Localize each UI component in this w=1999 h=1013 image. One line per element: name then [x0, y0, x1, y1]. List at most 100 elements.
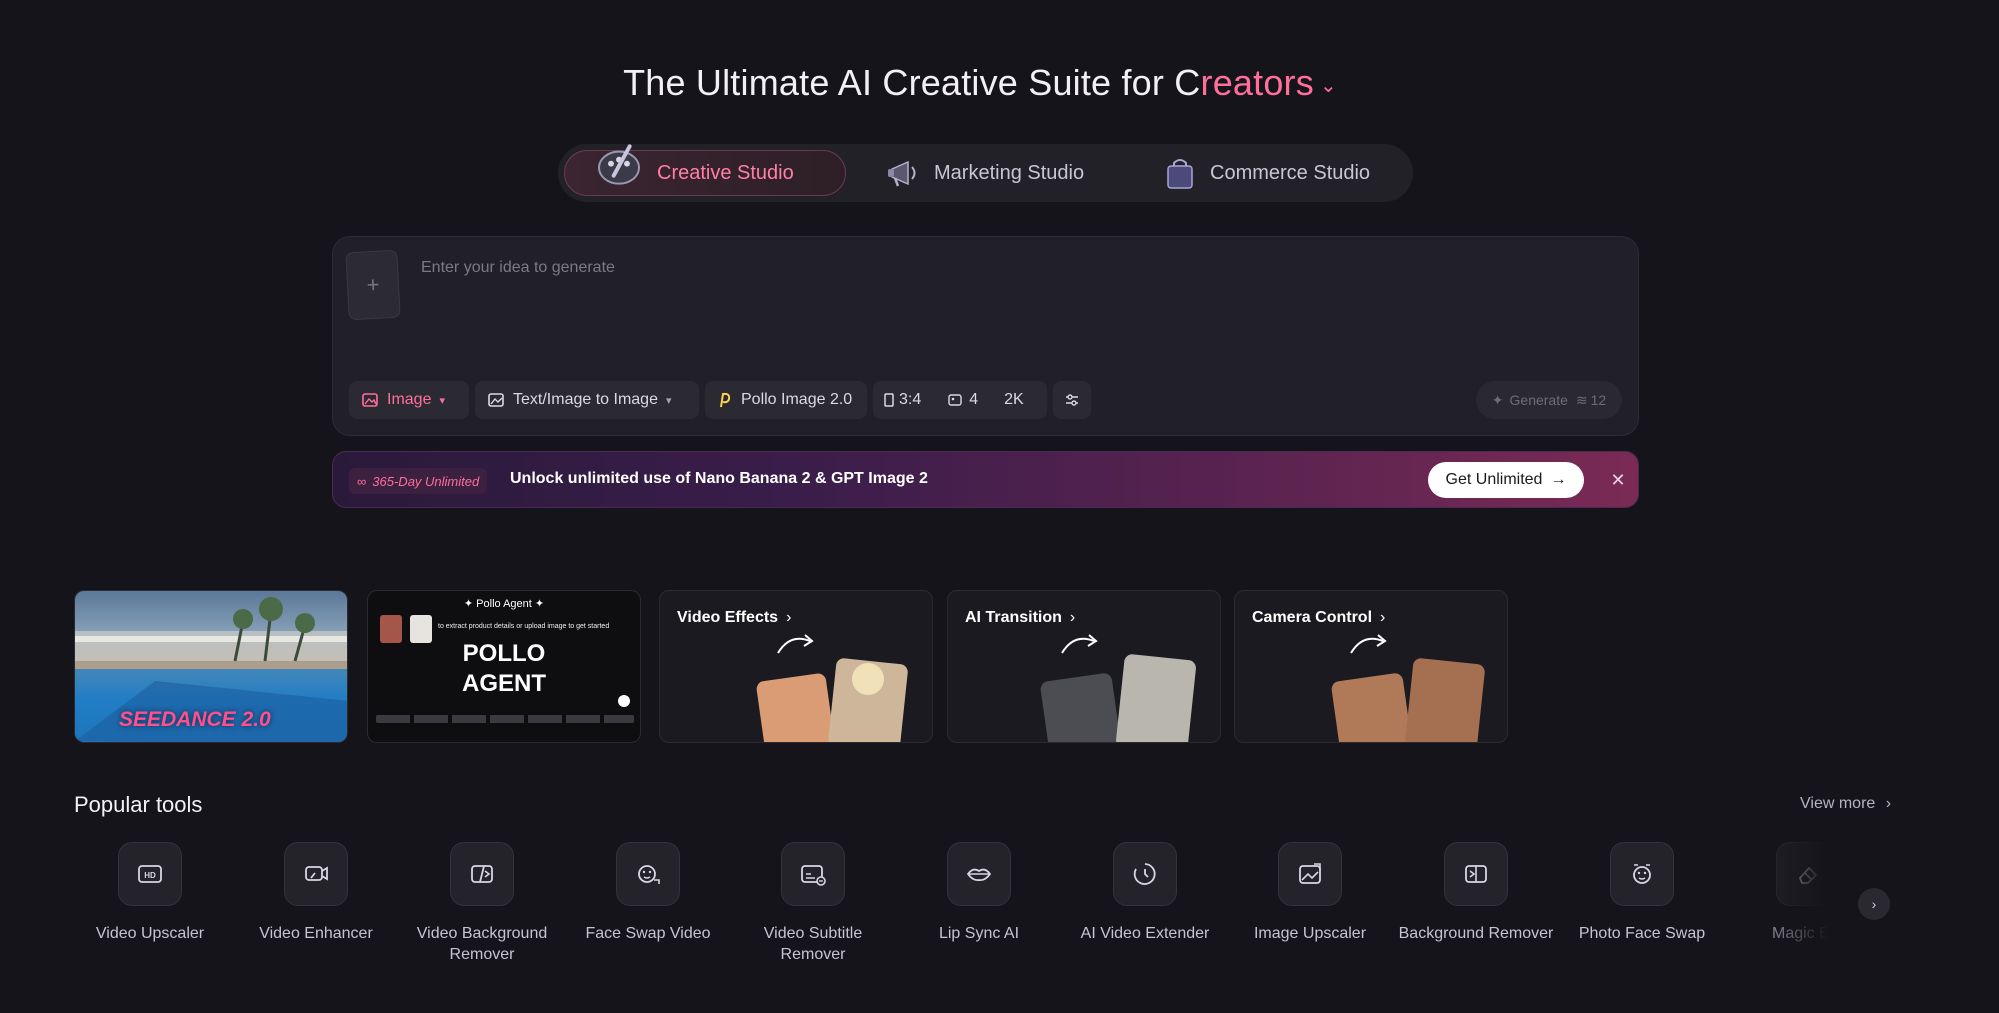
tab-marketing-studio[interactable]: Marketing Studio — [886, 150, 1084, 196]
ratio-value: 3:4 — [899, 391, 922, 408]
extend-icon — [1133, 863, 1156, 885]
tab-creative-studio[interactable]: Creative Studio — [564, 144, 846, 196]
hd-icon: HD — [138, 865, 162, 883]
tool-video-upscaler[interactable]: HD Video Upscaler — [67, 842, 233, 944]
tool-tile — [616, 842, 680, 906]
generate-label: Generate — [1509, 392, 1568, 408]
tool-tile — [450, 842, 514, 906]
get-unlimited-label: Get Unlimited — [1445, 471, 1543, 488]
infinity-icon: ∞ — [357, 473, 367, 489]
tool-label: Lip Sync AI — [938, 925, 1020, 942]
tool-video-subtitle-remover[interactable]: Video Subtitle Remover — [730, 842, 896, 965]
mode-select[interactable]: Text/Image to Image ▾ — [475, 381, 699, 419]
popular-tools-title: Popular tools — [74, 792, 203, 817]
chevron-down-icon: ▾ — [665, 394, 672, 407]
tab-label: Marketing Studio — [934, 161, 1085, 184]
tool-tile — [1278, 842, 1342, 906]
agent-send-icon — [618, 695, 630, 707]
mode-icon — [488, 393, 504, 407]
tool-tile — [284, 842, 348, 906]
prompt-input[interactable] — [421, 253, 1521, 283]
sliders-icon — [1066, 394, 1078, 406]
mode-value: Text/Image to Image — [513, 391, 658, 408]
tool-lip-sync-ai[interactable]: Lip Sync AI — [896, 842, 1062, 944]
tool-image-upscaler[interactable]: Image Upscaler — [1227, 842, 1393, 944]
tool-label: Video Subtitle Remover — [763, 925, 863, 963]
card-ai-transition[interactable]: AI Transition › — [947, 590, 1221, 743]
model-value: Pollo Image 2.0 — [741, 391, 853, 408]
tool-tile — [947, 842, 1011, 906]
tool-tile — [1113, 842, 1177, 906]
banner-tag-text: 365-Day Unlimited — [372, 473, 480, 489]
arrow-right-icon: → — [1550, 471, 1567, 488]
sparkle-icon: ✦ — [463, 598, 477, 610]
aspect-ratio-icon — [884, 393, 894, 407]
tab-label: Commerce Studio — [1210, 161, 1371, 184]
tool-tile — [1444, 842, 1508, 906]
close-icon[interactable]: ✕ — [1607, 469, 1629, 491]
card-pollo-agent[interactable]: ✦ Pollo Agent ✦ to extract product detai… — [367, 590, 641, 743]
card-camera-control[interactable]: Camera Control › — [1234, 590, 1508, 743]
megaphone-icon — [888, 160, 916, 187]
tool-tile — [781, 842, 845, 906]
image-upscale-icon — [1299, 863, 1321, 884]
sparkle-icon: ✦ — [531, 598, 545, 610]
agent-thumb — [380, 615, 402, 643]
camera-control-preview — [1331, 634, 1485, 742]
tool-label: Video Upscaler — [95, 925, 205, 942]
view-more-label: View more — [1800, 795, 1876, 812]
generate-button[interactable]: ✦ Generate ≋ 12 — [1476, 381, 1622, 419]
resolution-value: 2K — [1004, 391, 1024, 408]
bg-remove-icon — [471, 865, 493, 883]
chevron-down-icon: ▾ — [439, 394, 445, 407]
credit-icon: ≋ — [1575, 391, 1588, 408]
agent-note: to extract product details or upload ima… — [438, 623, 610, 630]
card-video-effects[interactable]: Video Effects › — [659, 590, 933, 743]
chevron-down-icon[interactable]: ⌄ — [1320, 75, 1337, 97]
type-select[interactable]: Image ▾ — [349, 381, 469, 419]
settings-button[interactable] — [1053, 381, 1091, 419]
tool-tile: HD — [118, 842, 182, 906]
image-type-icon — [362, 393, 378, 407]
unlimited-banner: ∞ 365-Day Unlimited Unlock unlimited use… — [332, 451, 1639, 508]
tool-video-background-remover[interactable]: Video Background Remover — [399, 842, 565, 965]
tool-video-enhancer[interactable]: Video Enhancer — [233, 842, 399, 944]
photo-face-icon — [1633, 864, 1651, 884]
model-select[interactable]: Pollo Image 2.0 — [705, 381, 867, 419]
tab-commerce-studio[interactable]: Commerce Studio — [1162, 150, 1370, 196]
lips-icon — [966, 868, 992, 882]
face-swap-icon — [638, 865, 660, 884]
bg-remover-icon — [1465, 865, 1487, 883]
sparkle-icon: ✦ — [1491, 391, 1504, 408]
tool-ai-video-extender[interactable]: AI Video Extender — [1062, 842, 1228, 944]
video-effects-preview — [756, 634, 908, 742]
agent-thumb — [410, 615, 432, 643]
headline-accent[interactable]: reators — [1201, 62, 1314, 103]
ratio-count-select[interactable]: 3:4 4 2K — [873, 381, 1047, 419]
tool-label: Background Remover — [1398, 925, 1554, 942]
video-enhance-icon — [305, 866, 328, 881]
tool-label: Face Swap Video — [585, 925, 711, 942]
image-count-icon — [948, 394, 962, 406]
tool-label: Video Background Remover — [416, 925, 548, 963]
agent-header-text: Pollo Agent — [476, 598, 532, 610]
tool-label: Photo Face Swap — [1578, 925, 1706, 942]
ai-transition-preview — [1040, 634, 1196, 742]
headline-prefix: The Ultimate AI Creative Suite for C — [623, 62, 1201, 103]
tool-label: Video Enhancer — [259, 925, 373, 942]
pollo-logo-icon — [720, 392, 731, 408]
view-more-link[interactable]: View more › — [1800, 795, 1891, 813]
type-value: Image — [387, 391, 432, 408]
get-unlimited-button[interactable]: Get Unlimited → — [1428, 462, 1584, 498]
card-overlay-text: SEEDANCE 2.0 — [119, 708, 271, 731]
tool-photo-face-swap[interactable]: Photo Face Swap — [1559, 842, 1725, 944]
banner-tag: ∞ 365-Day Unlimited — [349, 468, 488, 494]
chevron-right-icon: › — [1885, 795, 1892, 812]
chevron-right-icon[interactable]: › — [1858, 888, 1890, 920]
tool-background-remover[interactable]: Background Remover — [1393, 842, 1559, 944]
add-reference-button[interactable]: + — [345, 249, 401, 321]
svg-text:HD: HD — [144, 871, 156, 880]
tool-face-swap-video[interactable]: Face Swap Video — [565, 842, 731, 944]
card-seedance[interactable]: SEEDANCE 2.0 — [74, 590, 348, 743]
tool-tile — [1610, 842, 1674, 906]
